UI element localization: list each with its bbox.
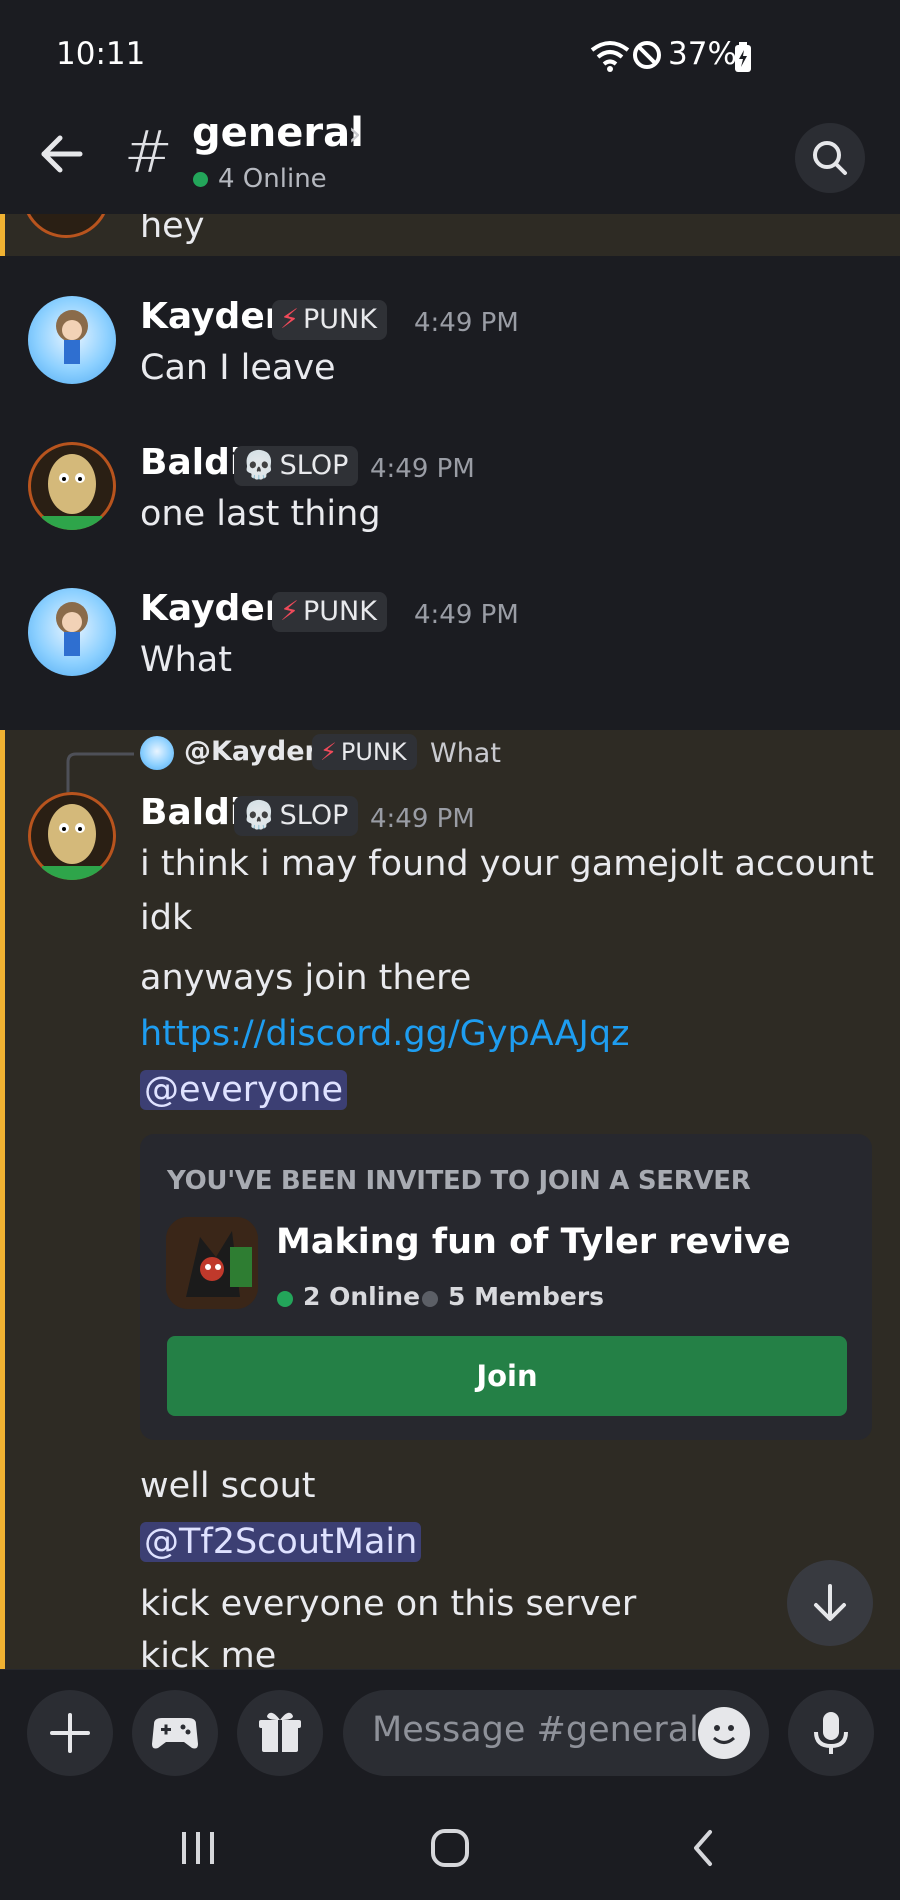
server-online-count: 2 Online — [303, 1282, 421, 1311]
gamepad-icon — [152, 1718, 198, 1749]
avatar[interactable] — [28, 296, 116, 384]
battery-icon — [735, 42, 751, 72]
timestamp: 4:49 PM — [414, 308, 519, 338]
message-list[interactable]: hey Kayden ⚡ PUNK 4:49 PM Can I leave Bal… — [0, 214, 900, 1669]
avatar[interactable] — [28, 442, 116, 530]
message-text: well scout — [140, 1466, 316, 1506]
nav-back-icon[interactable] — [688, 1826, 718, 1870]
skull-icon: 💀 — [242, 450, 276, 481]
message-placeholder: Message #general — [372, 1710, 699, 1750]
server-member-count: 5 Members — [448, 1282, 605, 1311]
voice-message-button[interactable] — [788, 1690, 874, 1776]
lightning-icon: ⚡ — [280, 596, 299, 627]
add-attachment-button[interactable] — [27, 1690, 113, 1776]
invite-link[interactable]: https://discord.gg/GypAAJqz — [140, 1014, 629, 1054]
message-text: What — [140, 640, 232, 680]
gift-button[interactable] — [237, 1690, 323, 1776]
message-text: i think i may found your gamejolt accoun… — [140, 844, 874, 884]
server-icon[interactable] — [166, 1217, 258, 1309]
gift-icon — [259, 1712, 301, 1752]
timestamp: 4:49 PM — [370, 804, 475, 834]
join-button[interactable]: Join — [167, 1336, 847, 1416]
role-tag: ⚡ PUNK — [272, 592, 387, 632]
emoji-icon[interactable] — [698, 1707, 750, 1759]
chevron-right-icon[interactable]: › — [348, 114, 362, 154]
message-text: kick everyone on this server — [140, 1584, 637, 1624]
home-icon[interactable] — [428, 1826, 472, 1870]
message-text: one last thing — [140, 494, 381, 534]
online-status-dot — [193, 172, 208, 187]
message-text: idk — [140, 898, 193, 938]
activities-button[interactable] — [132, 1690, 218, 1776]
message-text: kick me — [140, 1636, 277, 1669]
status-clock: 10:11 — [56, 36, 146, 72]
message-text: Can I leave — [140, 348, 336, 388]
channel-title[interactable]: general — [192, 110, 364, 156]
back-arrow-icon[interactable] — [36, 128, 88, 180]
reply-text[interactable]: What — [430, 738, 501, 769]
timestamp: 4:49 PM — [370, 454, 475, 484]
online-status-dot — [277, 1291, 293, 1307]
reply-username[interactable]: @Kayden — [184, 736, 324, 767]
arrow-down-icon — [814, 1584, 846, 1621]
plus-icon — [50, 1713, 90, 1753]
avatar[interactable] — [28, 792, 116, 880]
members-status-dot — [422, 1291, 438, 1307]
lightning-icon: ⚡ — [320, 738, 337, 766]
wifi-icon — [590, 41, 630, 72]
reply-avatar[interactable] — [140, 736, 174, 770]
search-icon — [813, 141, 847, 175]
scroll-to-bottom-button[interactable] — [787, 1560, 873, 1646]
invite-heading: YOU'VE BEEN INVITED TO JOIN A SERVER — [167, 1166, 751, 1196]
recents-icon[interactable] — [176, 1828, 220, 1868]
battery-percent: 37% — [668, 36, 737, 72]
mention-everyone[interactable]: @everyone — [140, 1070, 348, 1110]
username[interactable]: Baldi — [140, 442, 242, 483]
avatar[interactable] — [28, 588, 116, 676]
username[interactable]: Kayden — [140, 296, 290, 337]
mention-user[interactable]: @Tf2ScoutMain — [140, 1522, 422, 1562]
message-clip: kick me — [0, 1636, 900, 1669]
microphone-icon — [814, 1712, 848, 1754]
dnd-icon — [633, 41, 661, 69]
highlighted-message-partial — [0, 214, 900, 256]
timestamp: 4:49 PM — [414, 600, 519, 630]
username[interactable]: Baldi — [140, 792, 242, 833]
online-count: 4 Online — [218, 164, 327, 194]
role-tag: ⚡ PUNK — [312, 734, 417, 770]
server-name: Making fun of Tyler revive — [276, 1222, 791, 1262]
role-tag: 💀 SLOP — [234, 796, 359, 836]
channel-hash-icon: # — [124, 118, 173, 186]
skull-icon: 💀 — [242, 800, 276, 831]
role-tag: 💀 SLOP — [234, 446, 359, 486]
lightning-icon: ⚡ — [280, 304, 299, 335]
message-text: hey — [140, 214, 205, 246]
role-tag: ⚡ PUNK — [272, 300, 387, 340]
username[interactable]: Kayden — [140, 588, 290, 629]
message-text: anyways join there — [140, 958, 472, 998]
search-button[interactable] — [795, 123, 865, 193]
